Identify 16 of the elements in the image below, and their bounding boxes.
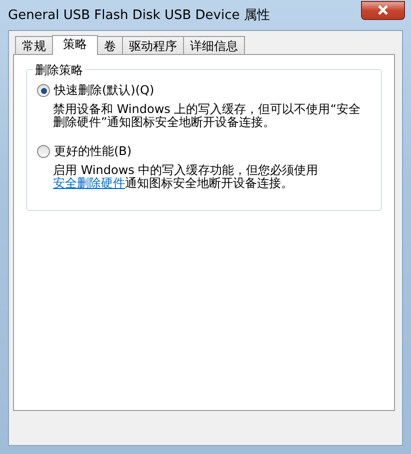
radio-button[interactable]	[37, 84, 50, 97]
radio-button[interactable]	[37, 145, 50, 158]
tab[interactable]: 策略	[52, 35, 98, 55]
group-title: 删除策略	[33, 62, 85, 79]
tab[interactable]: 驱动程序	[122, 36, 184, 54]
window-title: General USB Flash Disk USB Device 属性	[8, 7, 270, 24]
close-icon	[377, 5, 389, 15]
option-label[interactable]: 快速删除(默认)(Q)	[54, 82, 154, 99]
tab[interactable]: 常规	[15, 36, 53, 54]
tab[interactable]: 详细信息	[183, 36, 245, 54]
tab[interactable]: 卷	[97, 36, 123, 54]
link[interactable]: 安全删除硬件	[53, 176, 125, 190]
close-button[interactable]	[361, 0, 405, 20]
option-label[interactable]: 更好的性能(B)	[54, 143, 132, 160]
option-description: 启用 Windows 中的写入缓存功能，但您必须使用 安全删除硬件通知图标安全地断开设备连接。	[53, 164, 320, 190]
option-description: 禁用设备和 Windows 上的写入缓存，但可以不使用“安全 删除硬件”通知图标安全地断开设备连接。	[53, 103, 362, 129]
